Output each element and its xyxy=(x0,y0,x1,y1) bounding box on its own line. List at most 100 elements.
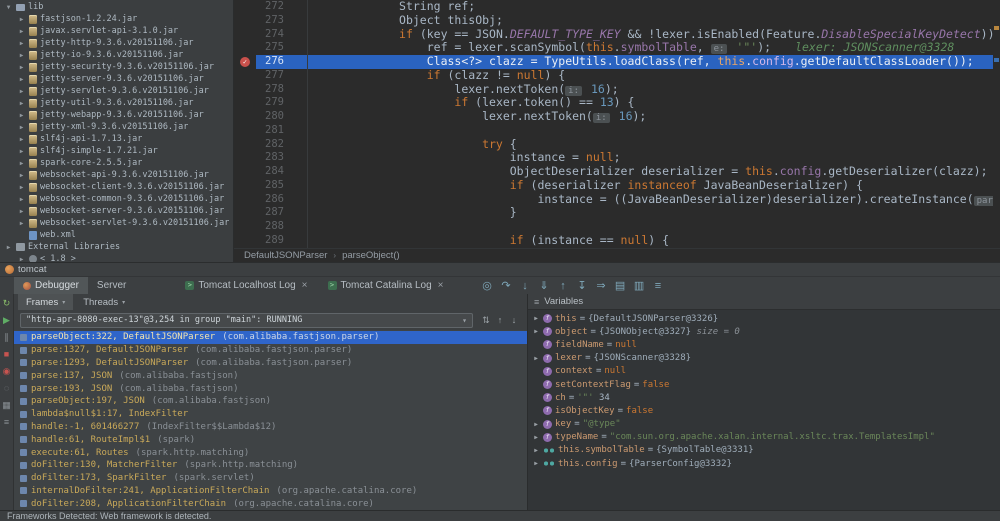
chevron-right-icon[interactable]: ▶ xyxy=(17,172,26,179)
status-notification[interactable]: Frameworks Detected: Web framework is de… xyxy=(7,511,211,521)
tree-item-jetty-server-9-3-6-v20151106-jar[interactable]: ▶ jetty-server-9.3.6.v20151106.jar xyxy=(0,73,233,85)
expand-icon[interactable]: ▶ xyxy=(532,421,540,428)
tree-item-jetty-security-9-3-6-v20151106-jar[interactable]: ▶ jetty-security-9.3.6.v20151106.jar xyxy=(0,61,233,73)
variable-row-key[interactable]: ▶ f key = "@type" xyxy=(528,418,1000,431)
tab-tomcat-localhost-log[interactable]: > Tomcat Localhost Log × xyxy=(177,277,315,295)
stack-frame-row[interactable]: internalDoFilter:241, ApplicationFilterC… xyxy=(14,485,527,498)
step-over-icon[interactable]: ↷ xyxy=(498,279,515,292)
variable-row-setcontextflag[interactable]: f setContextFlag = false xyxy=(528,378,1000,391)
tree-item-web-xml[interactable]: web.xml xyxy=(0,229,233,241)
breakpoint-gutter[interactable] xyxy=(234,110,256,124)
breakpoint-gutter[interactable] xyxy=(234,138,256,152)
step-into-icon[interactable]: ↓ xyxy=(517,280,534,292)
stack-frame-row[interactable]: handle:-1, 601466277 (IndexFilter$$Lambda… xyxy=(14,421,527,434)
chevron-right-icon[interactable]: ▶ xyxy=(17,160,26,167)
chevron-right-icon[interactable]: ▶ xyxy=(17,220,26,227)
tree-item-external-libraries[interactable]: ▶ External Libraries xyxy=(0,241,233,253)
tab-frames[interactable]: Frames ▾ xyxy=(18,294,74,310)
stack-frame-row[interactable]: parse:1327, DefaultJSONParser (com.alibab… xyxy=(14,344,527,357)
breakpoint-gutter[interactable] xyxy=(234,14,256,28)
tree-item-jetty-http-9-3-6-v20151106-jar[interactable]: ▶ jetty-http-9.3.6.v20151106.jar xyxy=(0,37,233,49)
breadcrumb-item-parseobject[interactable]: parseObject() xyxy=(342,250,400,261)
stack-frame-row[interactable]: doFilter:208, ApplicationFilterChain (org… xyxy=(14,497,527,510)
step-out-icon[interactable]: ↑ xyxy=(555,280,572,292)
chevron-right-icon[interactable]: ▶ xyxy=(17,208,26,215)
breakpoint-gutter[interactable] xyxy=(234,206,256,220)
breakpoint-gutter[interactable] xyxy=(234,83,256,97)
chevron-right-icon[interactable]: ▶ xyxy=(17,124,26,131)
evaluate-expression-icon[interactable]: ▤ xyxy=(612,279,629,292)
chevron-right-icon[interactable]: ▶ xyxy=(17,76,26,83)
breakpoint-gutter[interactable] xyxy=(234,124,256,138)
expand-icon[interactable]: ▶ xyxy=(532,460,540,467)
tree-item-websocket-common-9-3-6-v20151106-jar[interactable]: ▶ websocket-common-9.3.6.v20151106.jar xyxy=(0,193,233,205)
expand-icon[interactable]: ▶ xyxy=(532,434,540,441)
tree-item-slf4j-simple-1-7-21-jar[interactable]: ▶ slf4j-simple-1.7.21.jar xyxy=(0,145,233,157)
tab-debugger[interactable]: Debugger xyxy=(14,276,88,295)
stack-frame-row[interactable]: doFilter:173, SparkFilter (spark.servlet) xyxy=(14,472,527,485)
stack-frame-row[interactable]: handle:61, RouteImpl$1 (spark) xyxy=(14,433,527,446)
stack-frame-row[interactable]: parseObject:197, JSON (com.alibaba.fastjs… xyxy=(14,395,527,408)
tree-item-websocket-servlet-9-3-6-v20151106-jar[interactable]: ▶ websocket-servlet-9.3.6.v20151106.jar xyxy=(0,217,233,229)
mute-breakpoints-icon[interactable]: ◌ xyxy=(4,384,9,393)
tree-item-javax-servlet-api-3-1-0-jar[interactable]: ▶ javax.servlet-api-3.1.0.jar xyxy=(0,25,233,37)
show-execution-point-icon[interactable]: ◎ xyxy=(479,279,496,292)
breakpoint-gutter[interactable] xyxy=(234,69,256,83)
breakpoint-gutter[interactable] xyxy=(234,151,256,165)
variable-row-ch[interactable]: f ch = '"' 34 xyxy=(528,391,1000,404)
editor-scrollbar[interactable] xyxy=(993,0,1000,248)
chevron-right-icon[interactable]: ▶ xyxy=(4,244,13,251)
chevron-right-icon[interactable]: ▶ xyxy=(17,52,26,59)
tree-item-websocket-api-9-3-6-v20151106-jar[interactable]: ▶ websocket-api-9.3.6.v20151106.jar xyxy=(0,169,233,181)
stack-frame-row[interactable]: parse:137, JSON (com.alibaba.fastjson) xyxy=(14,369,527,382)
chevron-right-icon[interactable]: ▶ xyxy=(17,184,26,191)
chevron-right-icon[interactable]: ▶ xyxy=(17,88,26,95)
view-breakpoints-icon[interactable]: ◉ xyxy=(3,367,11,376)
tree-item-websocket-server-9-3-6-v20151106-jar[interactable]: ▶ websocket-server-9.3.6.v20151106.jar xyxy=(0,205,233,217)
code-area[interactable]: 272 String ref; 273 Object thisObj; 274 if (k… xyxy=(234,0,1000,248)
settings-icon[interactable]: ≡ xyxy=(650,280,667,292)
filter-icon[interactable]: ⇅ xyxy=(479,315,493,326)
variable-row-this[interactable]: ▶ f this = {DefaultJSONParser@3326} xyxy=(528,312,1000,325)
variable-row-typename[interactable]: ▶ f typeName = "com.sun.org.apache.xalan.i… xyxy=(528,431,1000,444)
breakpoint-gutter[interactable]: ✓ xyxy=(234,55,256,69)
variable-row-isobjectkey[interactable]: f isObjectKey = false xyxy=(528,404,1000,417)
expand-icon[interactable]: ▶ xyxy=(532,315,540,322)
expand-icon[interactable]: ▶ xyxy=(532,355,540,362)
variable-row-lexer[interactable]: ▶ f lexer = {JSONScanner@3328} xyxy=(528,352,1000,365)
tree-item-websocket-client-9-3-6-v20151106-jar[interactable]: ▶ websocket-client-9.3.6.v20151106.jar xyxy=(0,181,233,193)
close-icon[interactable]: × xyxy=(438,280,444,291)
tree-item-jetty-xml-9-3-6-v20151106-jar[interactable]: ▶ jetty-xml-9.3.6.v20151106.jar xyxy=(0,121,233,133)
pause-icon[interactable]: ∥ xyxy=(4,333,9,342)
tree-item-slf4j-api-1-7-13-jar[interactable]: ▶ slf4j-api-1.7.13.jar xyxy=(0,133,233,145)
tree-item-spark-core-2-5-5-jar[interactable]: ▶ spark-core-2.5.5.jar xyxy=(0,157,233,169)
next-frame-icon[interactable]: ↓ xyxy=(507,315,521,325)
breakpoint-gutter[interactable] xyxy=(234,96,256,110)
resume-icon[interactable]: ▶ xyxy=(3,316,10,325)
tree-item-jetty-webapp-9-3-6-v20151106-jar[interactable]: ▶ jetty-webapp-9.3.6.v20151106.jar xyxy=(0,109,233,121)
tree-item-1-8[interactable]: ▶ < 1.8 > xyxy=(0,253,233,262)
chevron-right-icon[interactable]: ▶ xyxy=(17,196,26,203)
breakpoint-gutter[interactable] xyxy=(234,193,256,207)
layout-icon[interactable]: ▥ xyxy=(631,279,648,292)
chevron-right-icon[interactable]: ▶ xyxy=(17,64,26,71)
breakpoint-icon[interactable]: ✓ xyxy=(240,57,250,68)
stack-frame-row[interactable]: parse:1293, DefaultJSONParser (com.alibab… xyxy=(14,357,527,370)
chevron-right-icon[interactable]: ▶ xyxy=(17,112,26,119)
breadcrumb-item-defaultjsonparser[interactable]: DefaultJSONParser xyxy=(244,250,327,261)
tree-item-jetty-io-9-3-6-v20151106-jar[interactable]: ▶ jetty-io-9.3.6.v20151106.jar xyxy=(0,49,233,61)
breakpoint-gutter[interactable] xyxy=(234,234,256,248)
watch-row-this-config[interactable]: ▶ this.config = {ParserConfig@3332} xyxy=(528,457,1000,470)
expand-icon[interactable]: ▶ xyxy=(532,328,540,335)
chevron-right-icon[interactable]: ▶ xyxy=(17,16,26,23)
chevron-right-icon[interactable]: ▶ xyxy=(17,148,26,155)
stack-frame-row[interactable]: parseObject:322, DefaultJSONParser (com.a… xyxy=(14,331,527,344)
tab-tomcat-catalina-log[interactable]: > Tomcat Catalina Log × xyxy=(320,277,452,295)
stack-frame-row[interactable]: execute:61, Routes (spark.http.matching) xyxy=(14,446,527,459)
stack-frame-row[interactable]: doFilter:130, MatcherFilter (spark.http.m… xyxy=(14,459,527,472)
run-to-cursor-icon[interactable]: ⇒ xyxy=(593,279,610,292)
stack-frame-row[interactable]: lambda$null$1:17, IndexFilter xyxy=(14,408,527,421)
restore-layout-icon[interactable]: ▦ xyxy=(2,401,11,410)
breakpoint-gutter[interactable] xyxy=(234,41,256,55)
chevron-right-icon[interactable]: ▶ xyxy=(17,40,26,47)
